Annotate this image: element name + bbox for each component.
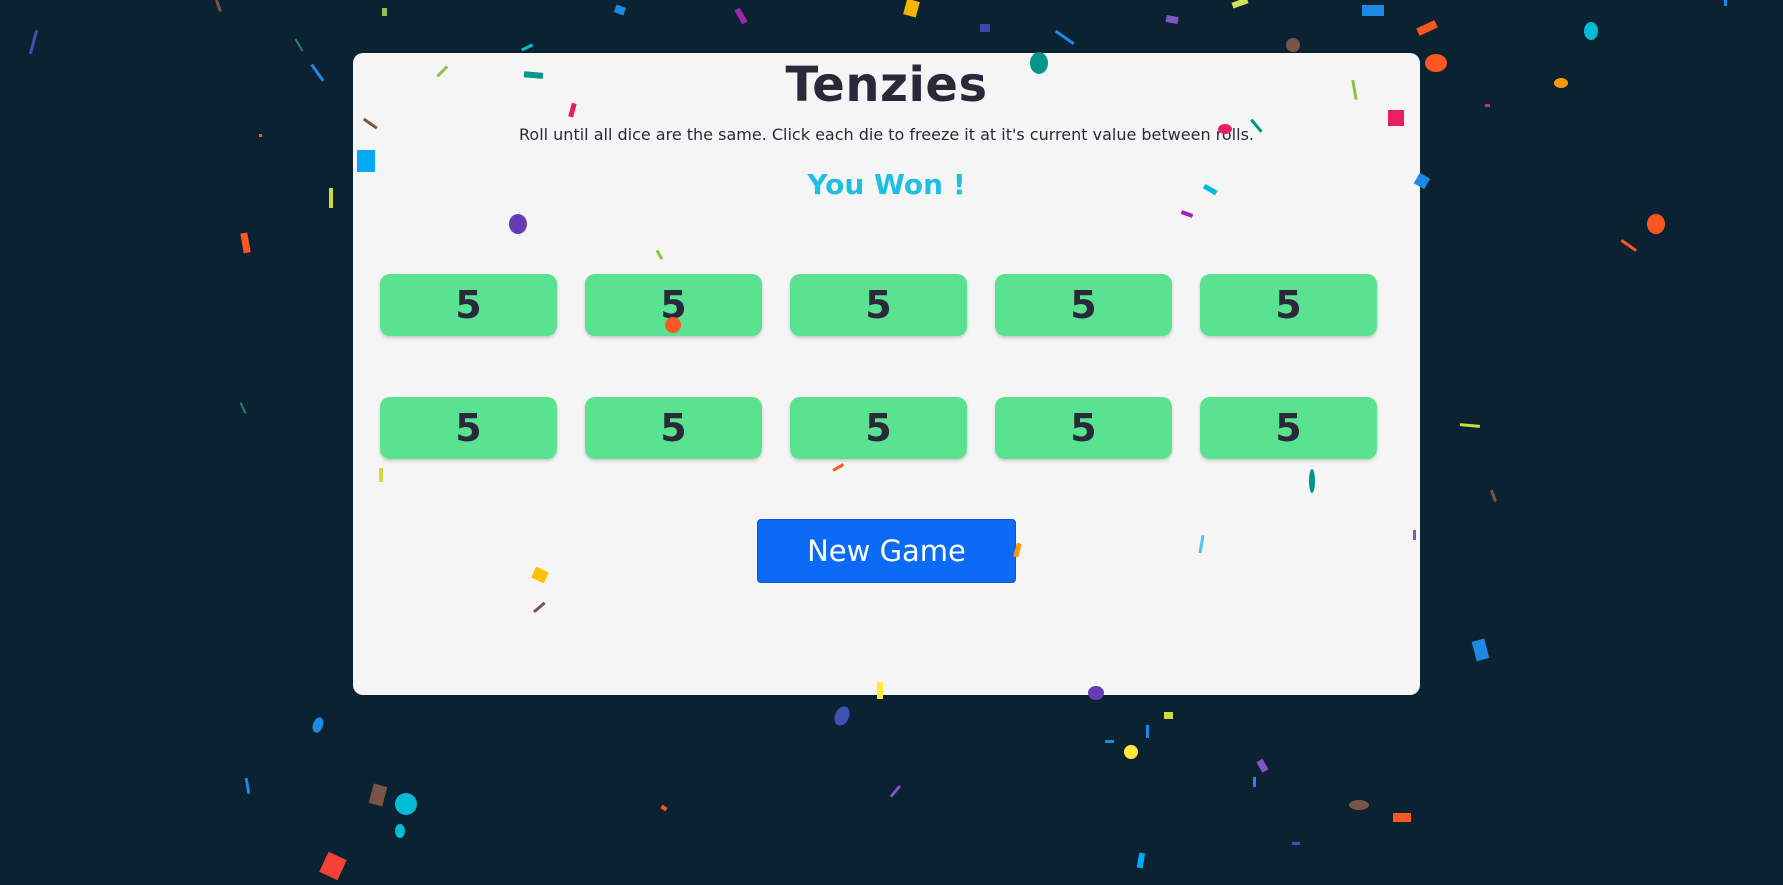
die-1[interactable]: 5 — [380, 274, 557, 336]
die-2[interactable]: 5 — [585, 274, 762, 336]
dice-grid: 5 5 5 5 5 5 5 5 5 5 — [380, 274, 1377, 459]
die-9[interactable]: 5 — [995, 397, 1172, 459]
game-card: Tenzies Roll until all dice are the same… — [353, 53, 1420, 695]
die-4[interactable]: 5 — [995, 274, 1172, 336]
instructions-text: Roll until all dice are the same. Click … — [519, 125, 1254, 144]
die-8[interactable]: 5 — [790, 397, 967, 459]
die-7[interactable]: 5 — [585, 397, 762, 459]
die-6[interactable]: 5 — [380, 397, 557, 459]
die-3[interactable]: 5 — [790, 274, 967, 336]
die-5[interactable]: 5 — [1200, 274, 1377, 336]
new-game-button[interactable]: New Game — [757, 519, 1016, 583]
die-10[interactable]: 5 — [1200, 397, 1377, 459]
win-status: You Won ! — [807, 168, 966, 201]
page-title: Tenzies — [785, 57, 988, 113]
